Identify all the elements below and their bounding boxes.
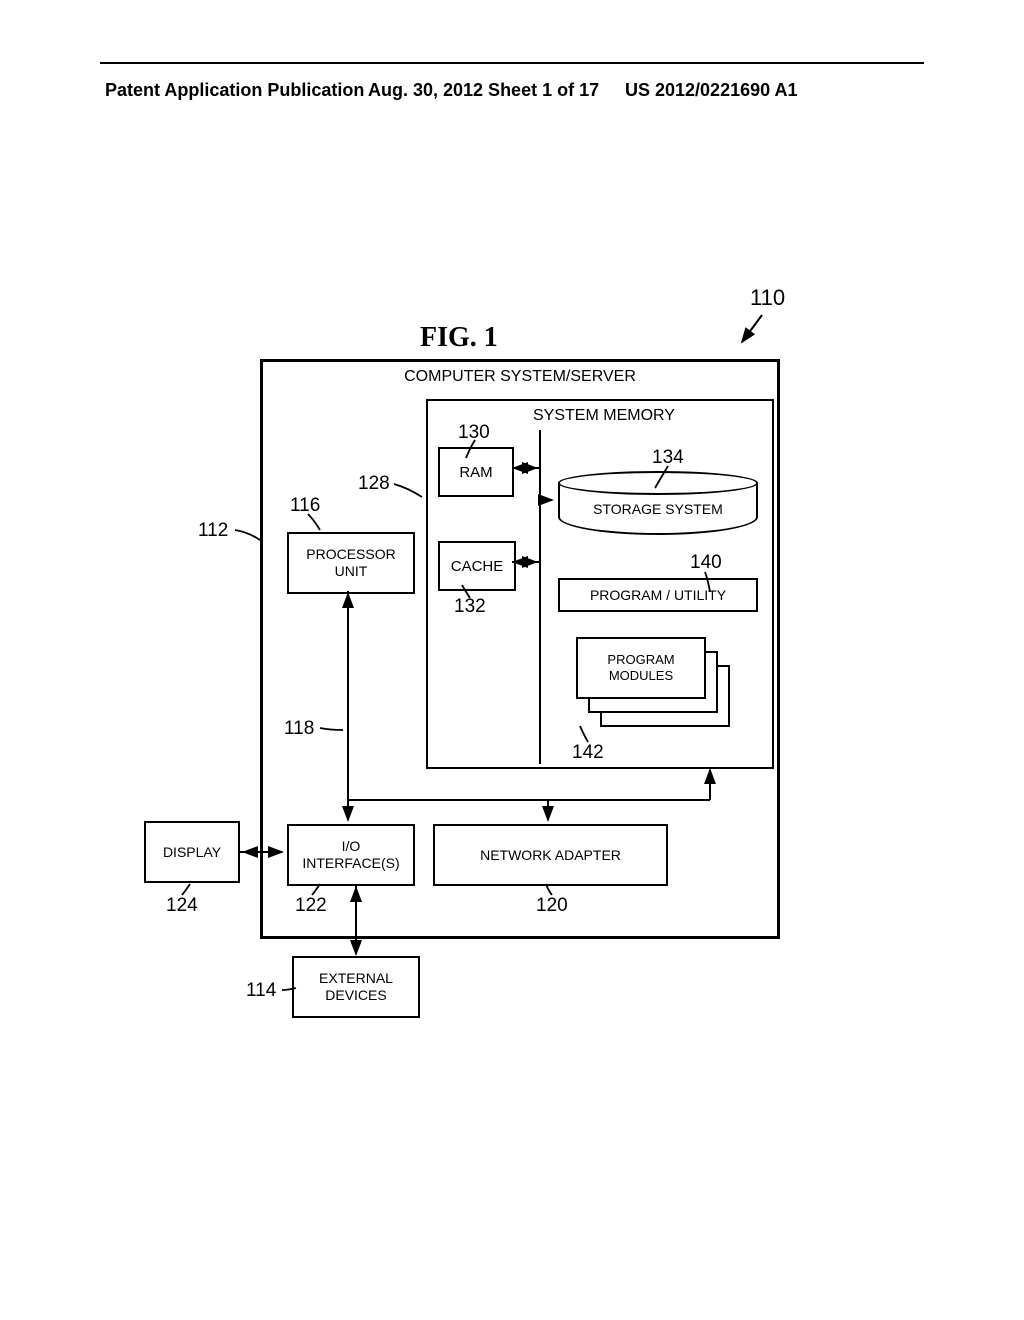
ram-box: RAM (438, 447, 514, 497)
header-divider (100, 62, 924, 64)
ref-110: 110 (750, 285, 785, 311)
ref-118: 118 (284, 718, 314, 740)
display-box: DISPLAY (144, 821, 240, 883)
io-interfaces-box: I/OINTERFACE(S) (287, 824, 415, 886)
program-utility-box: PROGRAM / UTILITY (558, 578, 758, 612)
system-memory-title: SYSTEM MEMORY (533, 407, 675, 425)
computer-system-title: COMPUTER SYSTEM/SERVER (404, 368, 636, 386)
storage-system-cylinder: STORAGE SYSTEM (558, 471, 758, 536)
external-devices-box: EXTERNALDEVICES (292, 956, 420, 1018)
header-publication: Patent Application Publication (105, 80, 364, 101)
ref-116: 116 (290, 495, 320, 517)
ref-124: 124 (166, 895, 198, 917)
storage-system-label: STORAGE SYSTEM (558, 501, 758, 517)
ref-142: 142 (572, 742, 604, 764)
program-modules-label: PROGRAMMODULES (576, 637, 706, 699)
program-modules-stack: PROGRAMMODULES (568, 627, 748, 742)
ref-140: 140 (690, 552, 722, 574)
ref-120: 120 (536, 895, 568, 917)
figure-title: FIG. 1 (420, 322, 498, 354)
ref-128: 128 (358, 473, 390, 495)
ref-132: 132 (454, 596, 486, 618)
ref-112: 112 (198, 520, 228, 542)
ref-122: 122 (295, 895, 327, 917)
system-memory-box: SYSTEM MEMORY RAM CACHE STORAGE SYSTEM P… (426, 399, 774, 769)
cache-box: CACHE (438, 541, 516, 591)
ref-114: 114 (246, 980, 276, 1002)
ref-134: 134 (652, 447, 684, 469)
ref-130: 130 (458, 422, 490, 444)
processor-unit-box: PROCESSORUNIT (287, 532, 415, 594)
header-doc-number: US 2012/0221690 A1 (625, 80, 797, 101)
computer-system-box: COMPUTER SYSTEM/SERVER SYSTEM MEMORY RAM… (260, 359, 780, 939)
network-adapter-box: NETWORK ADAPTER (433, 824, 668, 886)
header-date-sheet: Aug. 30, 2012 Sheet 1 of 17 (368, 80, 599, 101)
